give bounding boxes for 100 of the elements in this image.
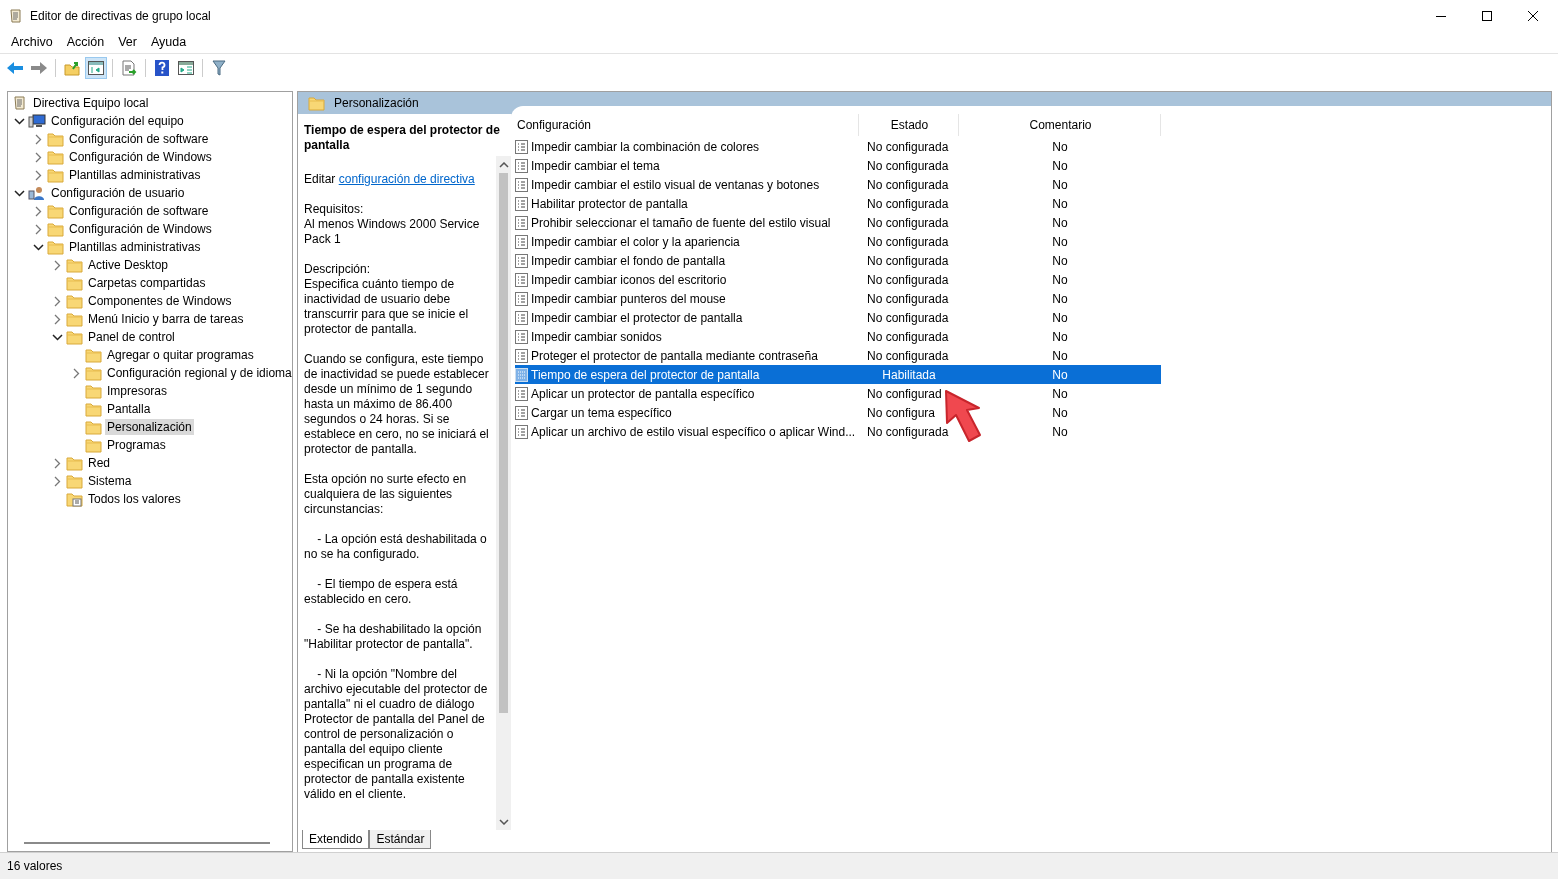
setting-icon [515, 424, 528, 439]
tree-item[interactable]: Red [86, 455, 112, 471]
tree-item[interactable]: Directiva Equipo local [31, 95, 151, 111]
tree-item[interactable]: Componentes de Windows [86, 293, 234, 309]
description-paragraph: - Ni la opción "Nombre del archivo ejecutable del protector de pantalla" ni el cuadro de diálogo Protector de pantalla del Panel de control de personalización o pantalla del equipo cliente especifican un programa de protector de pantalla existente válido en el cliente. [304, 667, 489, 801]
tree-item[interactable]: Plantillas administrativas [67, 239, 203, 255]
setting-icon [515, 272, 528, 287]
table-row[interactable]: Impedir cambiar el fondo de pantalla No configurada No [515, 251, 1161, 270]
table-row[interactable]: Aplicar un protector de pantalla específico No configurad No [515, 384, 1161, 403]
table-cell: No configura [867, 405, 936, 420]
table-cell: No configurada [867, 424, 949, 439]
tree-item[interactable]: Programas [105, 437, 168, 453]
setting-icon [515, 253, 528, 268]
setting-icon [515, 310, 528, 325]
setting-icon [515, 291, 528, 306]
folder-icon [47, 167, 64, 183]
column-header[interactable]: Comentario [959, 113, 1161, 136]
user-icon [28, 185, 46, 201]
table-cell: No configurada [867, 348, 949, 363]
table-cell: No [1052, 158, 1068, 173]
tree-item[interactable]: Configuración regional y de idioma [105, 365, 292, 381]
table-cell: Impedir cambiar el tema [531, 158, 660, 173]
table-row[interactable]: Tiempo de espera del protector de pantalla Habilitada No [515, 365, 1161, 384]
policy-settings-link[interactable]: configuración de directiva [338, 172, 475, 186]
table-cell: Prohibir seleccionar el tamaño de fuente del estilo visual [531, 215, 831, 230]
table-cell: No configurada [867, 329, 949, 344]
tree-item[interactable]: Configuración de Windows [67, 221, 214, 237]
folder-icon [85, 347, 102, 363]
table-cell: Impedir cambiar punteros del mouse [531, 291, 726, 306]
tree-item[interactable]: Active Desktop [86, 257, 171, 273]
tree-item[interactable]: Menú Inicio y barra de tareas [86, 311, 246, 327]
tree-item[interactable]: Impresoras [105, 383, 170, 399]
tab[interactable]: Extendido [302, 830, 370, 849]
table-row[interactable]: Habilitar protector de pantalla No configurada No [515, 194, 1161, 213]
folder-icon [47, 149, 64, 165]
table-cell: No configurada [867, 196, 949, 211]
table-cell: No configurada [867, 158, 949, 173]
table-row[interactable]: Proteger el protector de pantalla mediante contraseña No configurada No [515, 346, 1161, 365]
tree-item[interactable]: Configuración del equipo [49, 113, 186, 129]
table-cell: Impedir cambiar el color y la apariencia [531, 234, 740, 249]
table-row[interactable]: Impedir cambiar el color y la apariencia No configurada No [515, 232, 1161, 251]
table-row[interactable]: Aplicar un archivo de estilo visual específico o aplicar Wind... No configurada No [515, 422, 1161, 441]
table-row[interactable]: Prohibir seleccionar el tamaño de fuente del estilo visual No configurada No [515, 213, 1161, 232]
menu-item[interactable]: Ayuda [144, 35, 194, 49]
tree-item[interactable]: Agregar o quitar programas [105, 347, 256, 363]
table-cell: No [1052, 215, 1068, 230]
table-row[interactable]: Impedir cambiar punteros del mouse No configurada No [515, 289, 1161, 308]
horizontal-scrollbar[interactable] [24, 841, 270, 844]
column-header[interactable]: Estado [859, 113, 959, 136]
tree-item[interactable]: Panel de control [86, 329, 177, 345]
table-cell: No configurada [867, 272, 949, 287]
tree-item[interactable]: Configuración de usuario [49, 185, 187, 201]
folder-icon [85, 419, 102, 435]
table-cell: No configurada [867, 215, 949, 230]
description-paragraph: Esta opción no surte efecto en cualquiera de las siguientes circunstancias: [304, 472, 468, 516]
table-row[interactable]: Impedir cambiar la combinación de colores No configurada No [515, 137, 1161, 156]
tree-item[interactable]: Carpetas compartidas [86, 275, 208, 291]
setting-icon [515, 234, 528, 249]
table-cell: Cargar un tema específico [531, 405, 672, 420]
document-icon [12, 95, 28, 111]
table-cell: No [1052, 310, 1068, 325]
table-cell: Impedir cambiar el estilo visual de ventanas y botones [531, 177, 820, 192]
table-row[interactable]: Impedir cambiar sonidos No configurada No [515, 327, 1161, 346]
setting-icon [515, 386, 528, 401]
table-cell: Proteger el protector de pantalla mediante contraseña [531, 348, 818, 363]
folder-icon [85, 365, 102, 381]
panel-icon[interactable] [85, 57, 107, 79]
folder-icon [66, 257, 83, 273]
tree-item[interactable]: Personalización [105, 419, 194, 435]
table-cell: No [1052, 329, 1068, 344]
setting-icon [515, 158, 528, 173]
table-cell: Tiempo de espera del protector de pantalla [531, 367, 760, 382]
table-cell: No [1052, 253, 1068, 268]
tree-item[interactable]: Pantalla [105, 401, 153, 417]
setting-icon [515, 196, 528, 211]
menu-item[interactable]: Ver [111, 35, 144, 49]
table-row[interactable]: Impedir cambiar el estilo visual de ventanas y botones No configurada No [515, 175, 1161, 194]
tree-item[interactable]: Configuración de software [67, 131, 211, 147]
folder-icon [85, 401, 102, 417]
menu-item[interactable]: Archivo [4, 35, 60, 49]
description-paragraph: Cuando se configura, este tiempo de inactividad se puede establecer desde un mínimo de 1 segundo hasta un máximo de 86.400 segundos o 24 horas. Si se establece en cero, no se iniciará el protector de pantalla. [304, 352, 490, 456]
tab[interactable]: Estándar [369, 830, 432, 849]
menu-item[interactable]: Acción [59, 35, 112, 49]
tree-item[interactable]: Configuración de software [67, 203, 211, 219]
tree-item[interactable]: Plantillas administrativas [67, 167, 203, 183]
column-header[interactable]: Configuración [515, 113, 859, 136]
description-paragraph: Descripción: Especifica cuánto tiempo de inactividad de usuario debe transcurrir para que se inicie el protector de pantalla. [304, 262, 470, 336]
table-cell: Aplicar un archivo de estilo visual específico o aplicar Wind... [531, 424, 856, 439]
table-row[interactable]: Impedir cambiar el protector de pantalla No configurada No [515, 308, 1161, 327]
table-cell: Impedir cambiar el protector de pantalla [531, 310, 743, 325]
scrollbar-thumb[interactable] [499, 173, 508, 713]
table-row[interactable]: Impedir cambiar el tema No configurada No [515, 156, 1161, 175]
table-cell: Habilitada [882, 367, 936, 382]
table-row[interactable]: Cargar un tema específico No configura No [515, 403, 1161, 422]
table-row[interactable]: Impedir cambiar iconos del escritorio No configurada No [515, 270, 1161, 289]
tree-item[interactable]: Sistema [86, 473, 134, 489]
tree-item[interactable]: Todos los valores [86, 491, 183, 507]
description-paragraph: - Se ha deshabilitado la opción "Habilitar protector de pantalla". [304, 622, 483, 651]
table-cell: No [1052, 386, 1068, 401]
tree-item[interactable]: Configuración de Windows [67, 149, 214, 165]
